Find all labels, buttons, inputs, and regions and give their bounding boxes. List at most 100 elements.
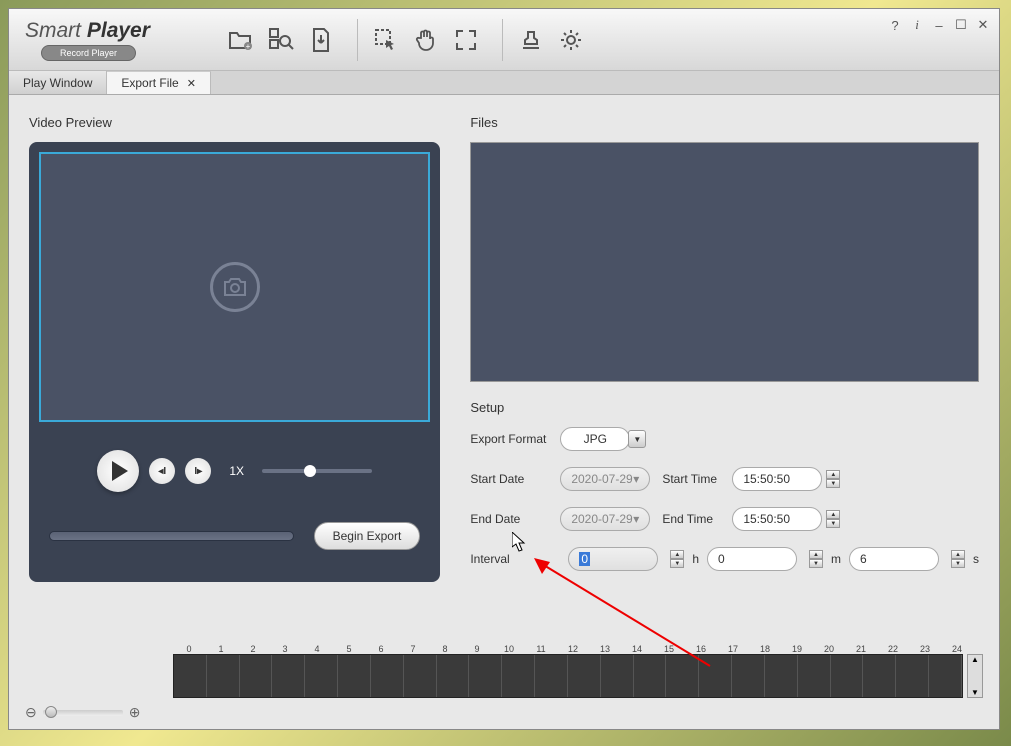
app-logo: Smart Player Record Player (17, 19, 195, 61)
begin-export-button[interactable]: Begin Export (314, 522, 421, 550)
timeline-cell[interactable] (469, 655, 502, 697)
start-date-label: Start Date (470, 472, 560, 486)
timeline-hour-label: 8 (429, 644, 461, 654)
timeline-labels: 0123456789101112131415161718192021222324 (173, 644, 983, 654)
timeline-hour-label: 15 (653, 644, 685, 654)
start-date-field[interactable]: 2020-07-29▾ (560, 467, 650, 491)
timeline-cell[interactable] (240, 655, 273, 697)
close-button[interactable]: ✕ (975, 17, 991, 33)
video-canvas[interactable] (39, 152, 430, 422)
timeline-cell[interactable] (404, 655, 437, 697)
end-date-field[interactable]: 2020-07-29▾ (560, 507, 650, 531)
left-panel: Video Preview ◂I I▸ 1X Begin Export (29, 115, 440, 625)
export-format-label: Export Format (470, 432, 560, 446)
timeline-hour-label: 11 (525, 644, 557, 654)
timeline-cell[interactable] (798, 655, 831, 697)
timeline-cell[interactable] (535, 655, 568, 697)
tab-export-file[interactable]: Export File✕ (107, 71, 211, 94)
minimize-button[interactable]: – (931, 17, 947, 33)
app-window: Smart Player Record Player + ? i – ☐ (8, 8, 1000, 730)
timeline-cell[interactable] (863, 655, 896, 697)
timeline-cell[interactable] (732, 655, 765, 697)
interval-secs-field[interactable]: 6 (849, 547, 939, 571)
export-controls: Begin Export (39, 522, 430, 550)
zoom-slider[interactable] (43, 710, 123, 716)
camera-icon (210, 262, 260, 312)
timeline-hour-label: 20 (813, 644, 845, 654)
open-folder-button[interactable]: + (223, 22, 259, 58)
timeline-cell[interactable] (601, 655, 634, 697)
start-time-label: Start Time (662, 472, 732, 486)
step-forward-button[interactable]: I▸ (185, 458, 211, 484)
interval-label: Interval (470, 552, 560, 566)
mins-spinner[interactable]: ▲▼ (809, 550, 823, 568)
interval-mins-field[interactable]: 0 (707, 547, 797, 571)
timeline-cell[interactable] (765, 655, 798, 697)
timeline-cell[interactable] (174, 655, 207, 697)
timeline-cell[interactable] (502, 655, 535, 697)
zoom-slider-thumb[interactable] (45, 706, 57, 718)
timeline-cell[interactable] (568, 655, 601, 697)
interval-hours-field[interactable]: 0 (568, 547, 658, 571)
export-format-select[interactable]: JPG (560, 427, 630, 451)
end-time-label: End Time (662, 512, 732, 526)
format-dropdown-icon[interactable]: ▼ (628, 430, 646, 448)
maximize-button[interactable]: ☐ (953, 17, 969, 33)
export-button[interactable] (303, 22, 339, 58)
timeline-cell[interactable] (929, 655, 962, 697)
timeline-cell[interactable] (437, 655, 470, 697)
timeline-cell[interactable] (371, 655, 404, 697)
timeline-cell[interactable] (338, 655, 371, 697)
app-title-b: Player (87, 19, 150, 42)
speed-slider-thumb[interactable] (304, 465, 316, 477)
timeline-cell[interactable] (305, 655, 338, 697)
timeline-hour-label: 7 (397, 644, 429, 654)
content-area: Video Preview ◂I I▸ 1X Begin Export (9, 95, 999, 645)
timeline-scrollbar[interactable]: ▲▼ (967, 654, 983, 698)
secs-spinner[interactable]: ▲▼ (951, 550, 965, 568)
step-back-button[interactable]: ◂I (149, 458, 175, 484)
timeline-cell[interactable] (634, 655, 667, 697)
stamp-button[interactable] (513, 22, 549, 58)
timeline-hour-label: 23 (909, 644, 941, 654)
timeline-cell[interactable] (666, 655, 699, 697)
settings-button[interactable] (553, 22, 589, 58)
files-list[interactable] (470, 142, 979, 382)
timeline-track[interactable] (173, 654, 963, 698)
secs-unit: s (973, 552, 979, 566)
timeline-hour-label: 17 (717, 644, 749, 654)
timeline-cell[interactable] (896, 655, 929, 697)
timeline-hour-label: 2 (237, 644, 269, 654)
timeline-hour-label: 5 (333, 644, 365, 654)
tab-play-window[interactable]: Play Window (9, 71, 107, 94)
timeline-cell[interactable] (831, 655, 864, 697)
files-title: Files (470, 115, 979, 130)
timeline-cell[interactable] (272, 655, 305, 697)
timeline-hour-label: 6 (365, 644, 397, 654)
end-time-spinner[interactable]: ▲▼ (826, 510, 840, 528)
start-time-field[interactable]: 15:50:50 (732, 467, 822, 491)
timeline-cell[interactable] (207, 655, 240, 697)
search-button[interactable] (263, 22, 299, 58)
info-button[interactable]: i (909, 17, 925, 33)
tab-close-icon[interactable]: ✕ (187, 77, 196, 90)
speed-slider[interactable] (262, 469, 372, 473)
timeline-hour-label: 14 (621, 644, 653, 654)
end-date-label: End Date (470, 512, 560, 526)
timeline-hour-label: 3 (269, 644, 301, 654)
setup-title: Setup (470, 400, 979, 415)
region-select-button[interactable] (368, 22, 404, 58)
start-time-spinner[interactable]: ▲▼ (826, 470, 840, 488)
timeline-cell[interactable] (699, 655, 732, 697)
hours-spinner[interactable]: ▲▼ (670, 550, 684, 568)
pan-button[interactable] (408, 22, 444, 58)
timeline-hour-label: 10 (493, 644, 525, 654)
play-button[interactable] (97, 450, 139, 492)
app-subtitle: Record Player (41, 45, 136, 61)
zoom-out-icon[interactable]: ⊖ (25, 704, 37, 721)
end-time-field[interactable]: 15:50:50 (732, 507, 822, 531)
zoom-in-icon[interactable]: ⊕ (129, 704, 141, 721)
help-button[interactable]: ? (887, 17, 903, 33)
fullscreen-button[interactable] (448, 22, 484, 58)
export-progress (49, 531, 294, 541)
